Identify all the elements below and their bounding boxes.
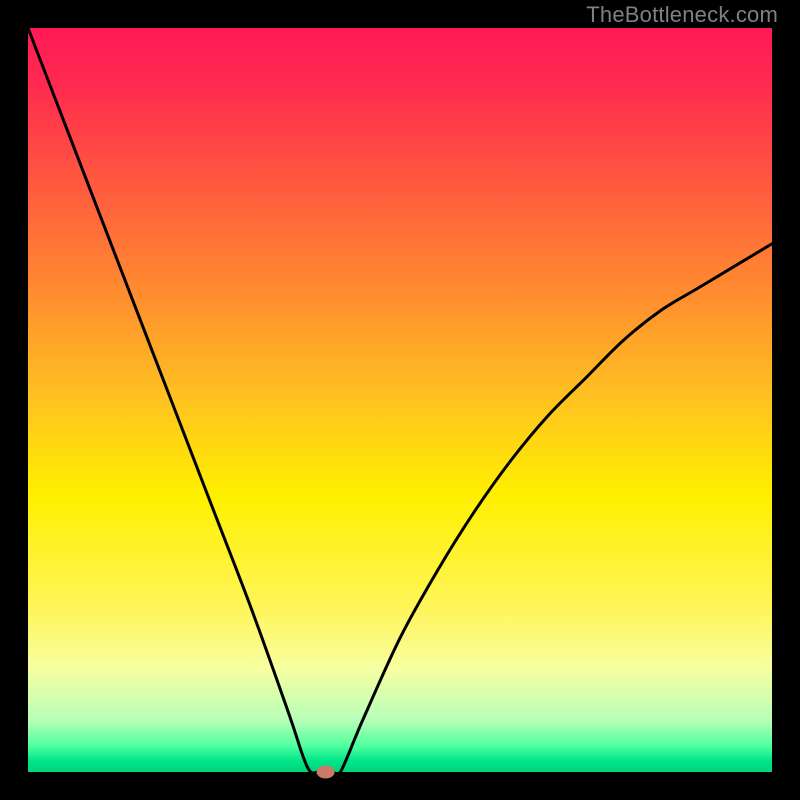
chart-frame: TheBottleneck.com: [0, 0, 800, 800]
optimal-point-marker: [317, 766, 335, 779]
watermark-text: TheBottleneck.com: [586, 2, 778, 28]
plot-background: [28, 28, 772, 772]
bottleneck-chart: [0, 0, 800, 800]
